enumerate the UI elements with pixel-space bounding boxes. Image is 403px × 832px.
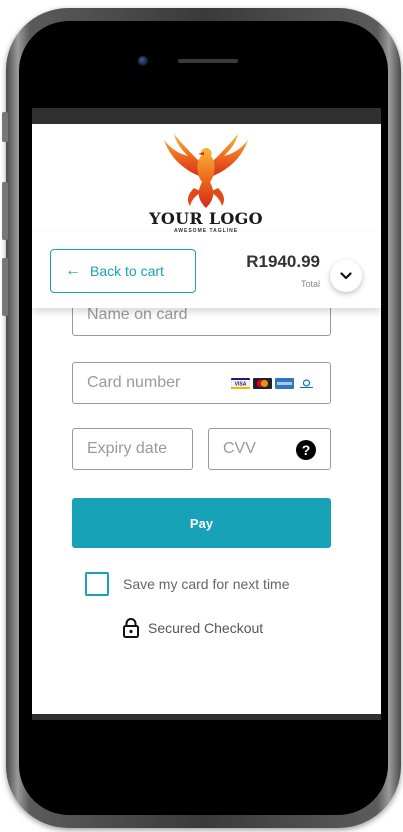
card-number-field[interactable]: VISA: [72, 362, 331, 404]
save-card-row: Save my card for next time: [85, 572, 290, 596]
front-camera: [138, 56, 148, 66]
screen-bottom-bar: [32, 714, 381, 720]
total-amount: R1940.99: [246, 252, 320, 271]
earpiece-speaker: [178, 59, 238, 63]
expand-summary-button[interactable]: [330, 260, 362, 292]
phoenix-logo-icon: [164, 134, 248, 208]
lock-icon: [123, 618, 139, 638]
amex-icon: [275, 378, 294, 389]
card-brand-logos: VISA: [231, 378, 316, 389]
expiry-date-field[interactable]: [72, 428, 193, 470]
brand-logo: YOUR LOGO AWESOME TAGLINE: [144, 132, 268, 236]
save-card-checkbox[interactable]: [85, 572, 109, 596]
total-label: Total: [300, 279, 320, 289]
arrow-left-icon: ←: [65, 262, 81, 279]
cvv-field[interactable]: ?: [208, 428, 331, 470]
volume-down-button: [2, 258, 8, 316]
save-card-label: Save my card for next time: [123, 576, 290, 592]
expiry-date-input[interactable]: [87, 440, 192, 458]
name-on-card-input[interactable]: [87, 306, 330, 324]
mastercard-icon: [253, 378, 272, 389]
volume-up-button: [2, 182, 8, 240]
mute-switch: [2, 112, 8, 142]
visa-icon: VISA: [231, 378, 250, 389]
question-help-icon[interactable]: ?: [296, 440, 316, 460]
chevron-down-icon: [340, 272, 352, 280]
secured-checkout: Secured Checkout: [122, 618, 263, 638]
back-to-cart-button[interactable]: ← Back to cart: [50, 249, 196, 293]
status-bar: [32, 108, 381, 124]
svg-text:VISA: VISA: [235, 382, 247, 388]
diners-icon: [297, 378, 316, 389]
order-summary-bar: ← Back to cart R1940.99 Total: [32, 232, 381, 308]
back-to-cart-label: Back to cart: [90, 263, 164, 279]
pay-button[interactable]: Pay: [72, 498, 331, 548]
checkout-screen: YOUR LOGO AWESOME TAGLINE ← Back to cart…: [32, 108, 381, 720]
secured-checkout-label: Secured Checkout: [148, 620, 264, 636]
logo-title: YOUR LOGO: [149, 209, 263, 228]
